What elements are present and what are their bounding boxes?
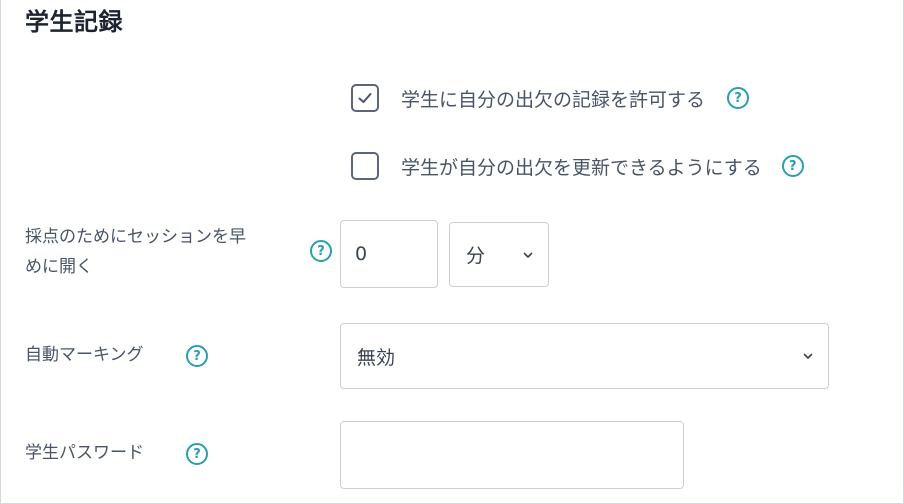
open-early-unit-value: 分 xyxy=(466,245,486,267)
open-early-minutes-value: 0 xyxy=(355,243,368,265)
allow-self-record-label: 学生に自分の出欠の記録を許可する xyxy=(401,88,706,111)
help-icon[interactable]: ? xyxy=(781,155,804,177)
student-password-label: 学生パスワード xyxy=(25,443,144,463)
open-early-label-line1: 採点のためにセッションを早 xyxy=(25,227,246,247)
allow-self-record-checkbox[interactable] xyxy=(351,84,379,112)
allow-self-update-checkbox[interactable] xyxy=(351,152,379,180)
chevron-down-icon xyxy=(803,353,813,359)
settings-panel: 学生記録 学生に自分の出欠の記録を許可する ? 学生が自分の出欠を更新できるよう… xyxy=(0,0,904,504)
auto-marking-select[interactable]: 無効 xyxy=(340,323,829,389)
auto-marking-value: 無効 xyxy=(357,346,396,369)
section-title: 学生記録 xyxy=(25,8,123,36)
option-allow-self-update: 学生が自分の出欠を更新できるようにする ? xyxy=(351,152,804,180)
help-icon[interactable]: ? xyxy=(186,443,208,465)
chevron-down-icon xyxy=(523,252,533,258)
student-password-input[interactable] xyxy=(340,421,684,489)
allow-self-update-label: 学生が自分の出欠を更新できるようにする xyxy=(401,156,762,179)
help-icon[interactable]: ? xyxy=(186,345,208,367)
open-early-label-line2: めに開く xyxy=(25,257,93,277)
open-early-label: 採点のためにセッションを早 めに開く xyxy=(25,222,246,282)
help-icon[interactable]: ? xyxy=(727,87,750,109)
option-allow-self-record: 学生に自分の出欠の記録を許可する ? xyxy=(351,84,750,112)
checkmark-icon xyxy=(358,93,372,103)
open-early-unit-select[interactable]: 分 xyxy=(449,222,549,287)
open-early-minutes-input[interactable]: 0 xyxy=(340,220,438,288)
auto-marking-label: 自動マーキング xyxy=(25,345,144,365)
help-icon[interactable]: ? xyxy=(310,240,332,262)
